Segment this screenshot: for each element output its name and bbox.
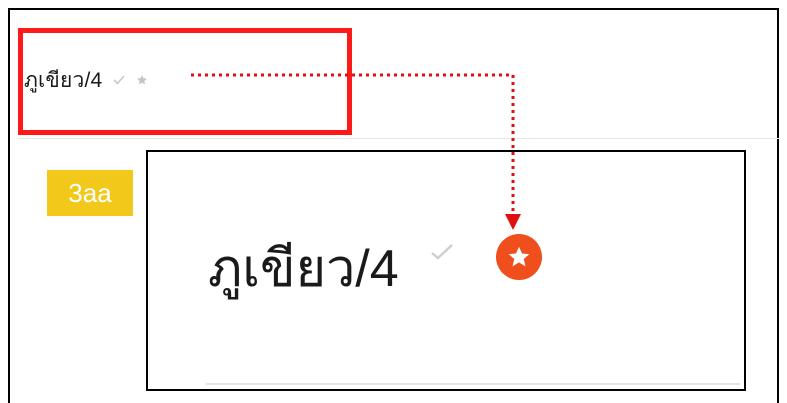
zoom-panel: ภูเขียว/4 bbox=[146, 150, 746, 391]
zoom-check-icon bbox=[430, 244, 453, 260]
zoom-star-icon[interactable] bbox=[496, 234, 542, 280]
highlight-box bbox=[18, 28, 352, 135]
zoom-title: ภูเขียว/4 bbox=[208, 239, 399, 298]
header-divider bbox=[18, 138, 779, 139]
step-badge: 3aa bbox=[47, 170, 133, 216]
zoom-divider bbox=[206, 383, 740, 385]
zoom-title-row: ภูเขียว/4 bbox=[208, 232, 455, 302]
star-glyph-icon bbox=[508, 246, 530, 267]
